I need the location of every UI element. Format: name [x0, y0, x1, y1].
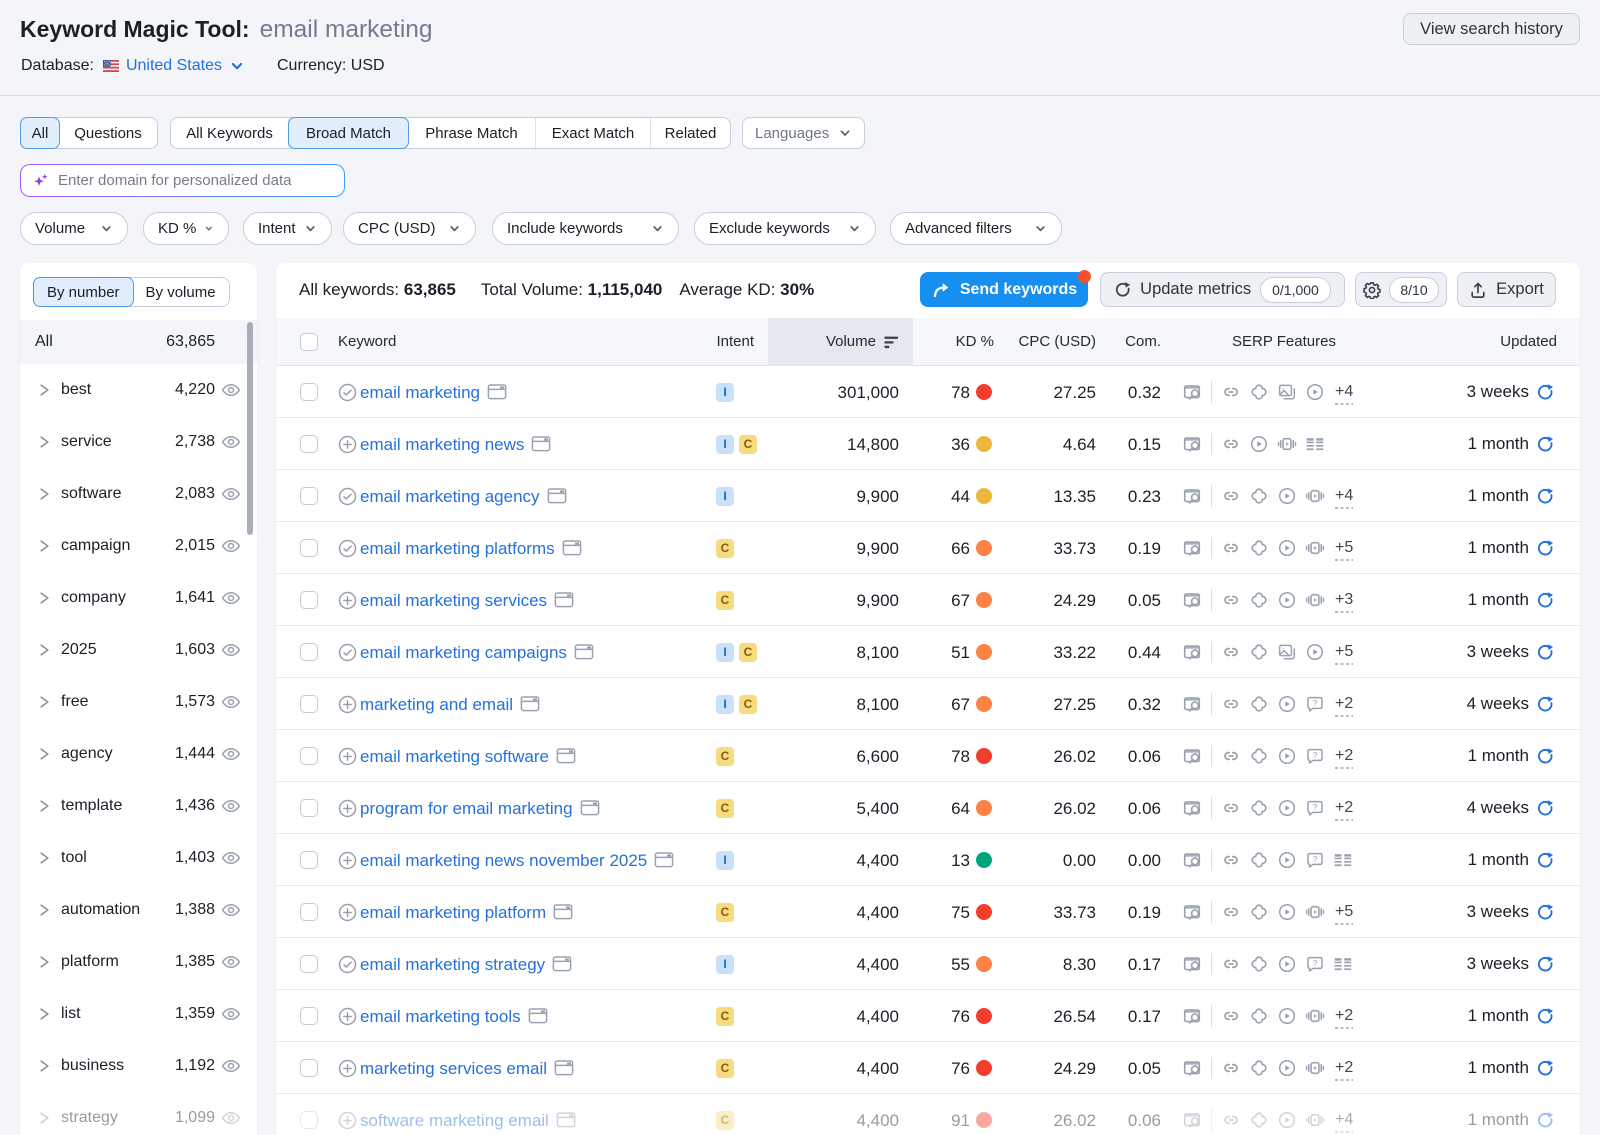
svg-text:?: ? [1313, 958, 1318, 968]
svg-text:?: ? [1313, 802, 1318, 812]
svg-text:?: ? [1313, 698, 1318, 708]
svg-text:?: ? [1313, 750, 1318, 760]
svg-text:?: ? [1313, 854, 1318, 864]
